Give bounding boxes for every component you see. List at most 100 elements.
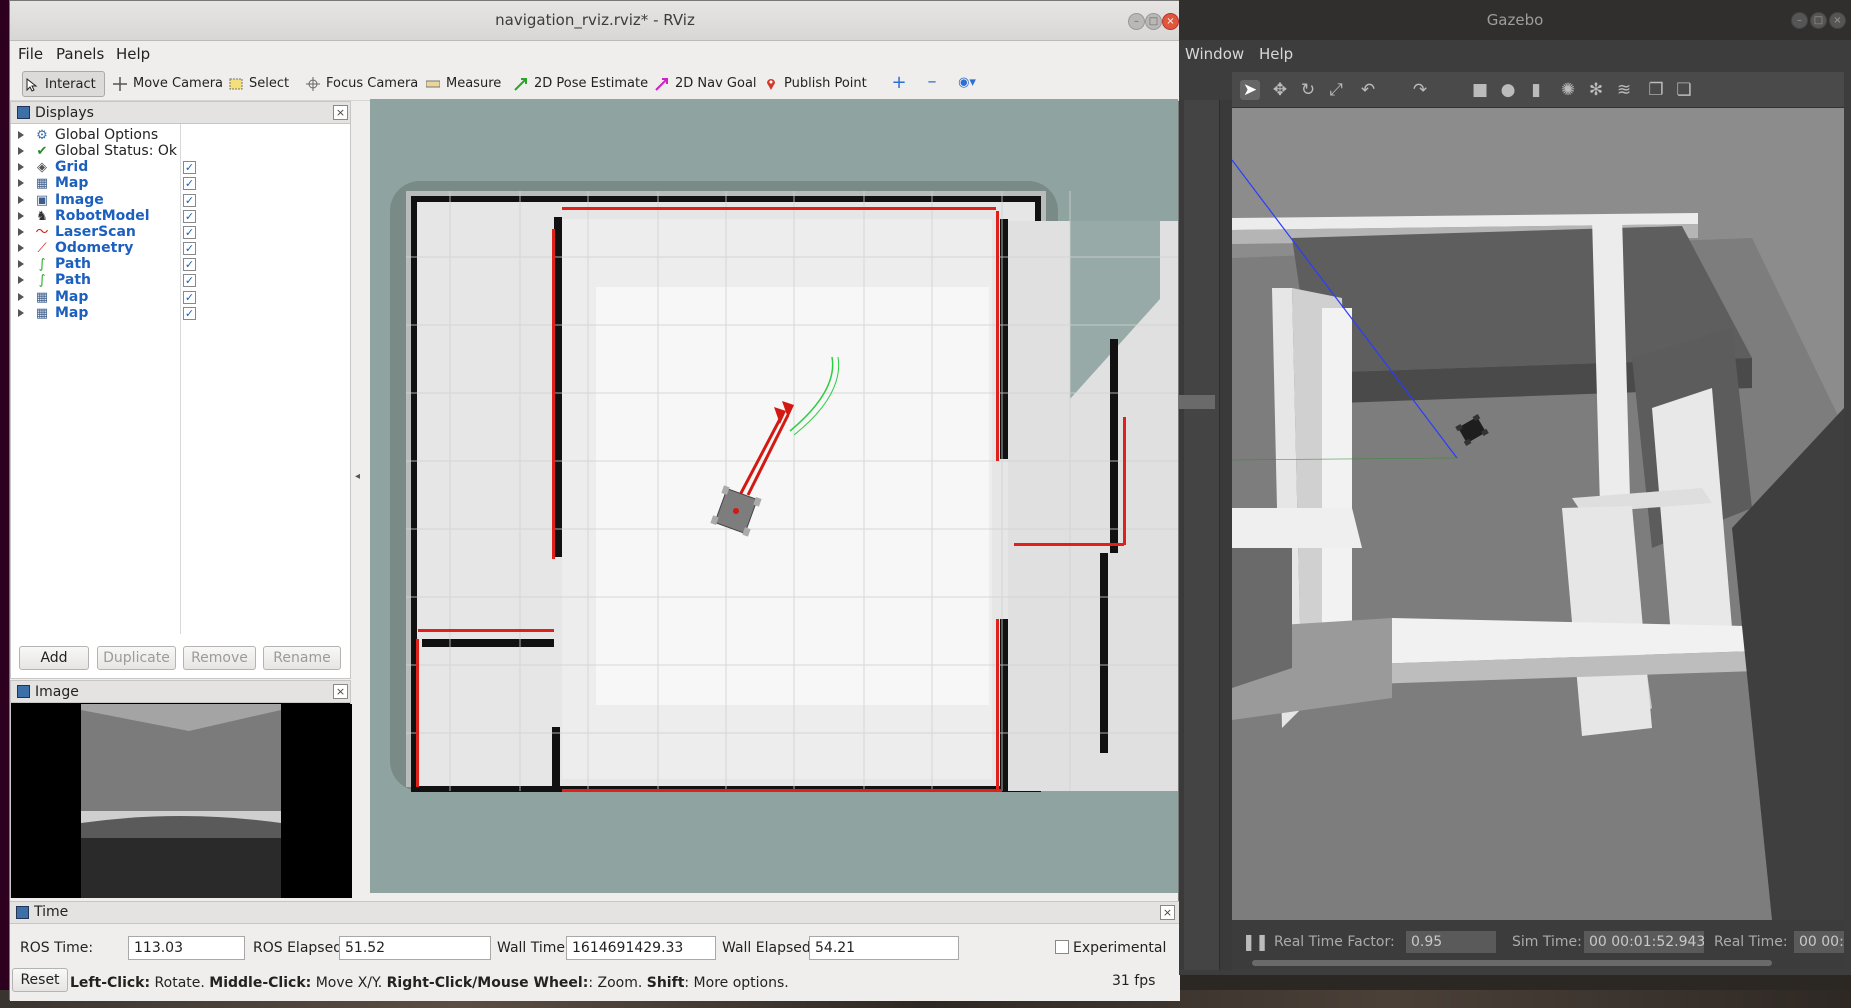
expand-arrow-icon[interactable] [18, 292, 24, 301]
nav-goal-tool-button[interactable]: 2D Nav Goal [653, 71, 757, 97]
ros-elapsed-field[interactable]: 51.52 [339, 936, 491, 960]
wall-time-field[interactable]: 1614691429.33 [566, 936, 716, 960]
rviz-titlebar[interactable]: navigation_rviz.rviz* - RViz – □ × [10, 1, 1180, 41]
gear-icon: ⚙ [36, 128, 48, 143]
green-arrow-icon [514, 78, 527, 91]
focus-camera-tool-button[interactable]: Focus Camera [304, 71, 418, 97]
gazebo-minimize-button[interactable]: – [1791, 12, 1808, 29]
sphere-shape-icon[interactable]: ● [1498, 80, 1518, 100]
expand-arrow-icon[interactable] [18, 195, 24, 204]
monitor-icon [17, 106, 30, 119]
display-row[interactable]: ▦ Map ✓ [11, 304, 351, 323]
ros-time-field[interactable]: 113.03 [128, 936, 245, 960]
time-panel-close-button[interactable]: × [1160, 905, 1175, 920]
gazebo-pane-handle[interactable] [1179, 395, 1215, 409]
select-mode-icon[interactable]: ➤ [1240, 80, 1260, 100]
display-enabled-checkbox[interactable]: ✓ [183, 258, 196, 272]
pose-estimate-label: 2D Pose Estimate [534, 76, 649, 91]
maximize-button[interactable]: □ [1145, 13, 1162, 30]
clock-icon [16, 906, 29, 919]
move-camera-tool-button[interactable]: Move Camera [111, 71, 223, 97]
pause-icon[interactable]: ❚❚ [1242, 932, 1269, 952]
sim-time-field: 00 00:01:52.943 [1584, 931, 1704, 953]
image-icon [17, 685, 30, 698]
real-time-field: 00 00:00: [1794, 931, 1844, 953]
translate-icon[interactable]: ✥ [1270, 80, 1290, 100]
collapse-left-handle[interactable]: ◂ [355, 471, 365, 491]
close-button[interactable]: × [1162, 13, 1179, 30]
undo-icon[interactable]: ↶ [1358, 80, 1378, 100]
gazebo-horizontal-scrollbar[interactable] [1252, 960, 1772, 966]
sun-light-icon[interactable]: ✺ [1558, 80, 1578, 100]
display-enabled-checkbox[interactable]: ✓ [183, 161, 196, 175]
rename-button[interactable]: Rename [263, 646, 341, 670]
3d-viewport[interactable] [370, 99, 1178, 893]
cylinder-shape-icon[interactable]: ▮ [1526, 80, 1546, 100]
eye-icon[interactable]: ◉▾ [957, 75, 977, 91]
expand-arrow-icon[interactable] [18, 147, 24, 156]
hint-middle-click: Middle-Click: [209, 975, 312, 991]
redo-icon[interactable]: ↷ [1410, 80, 1430, 100]
path-icon: ∫ [38, 257, 46, 273]
remove-button[interactable]: Remove [183, 646, 256, 670]
measure-tool-button[interactable]: Measure [424, 71, 501, 97]
minus-icon[interactable]: – [924, 73, 940, 91]
hint-move: Move X/Y. [311, 975, 387, 991]
expand-arrow-icon[interactable] [18, 260, 24, 269]
expand-arrow-icon[interactable] [18, 244, 24, 253]
gazebo-3d-scene[interactable] [1232, 108, 1844, 920]
image-panel-close-button[interactable]: × [333, 684, 348, 699]
gazebo-close-button[interactable]: × [1829, 12, 1846, 29]
scale-icon[interactable]: ⤢ [1326, 80, 1346, 100]
paste-icon[interactable]: ❏ [1674, 80, 1694, 100]
map-icon: ▦ [35, 289, 49, 305]
publish-point-tool-button[interactable]: Publish Point [762, 71, 867, 97]
display-enabled-checkbox[interactable]: ✓ [183, 177, 196, 191]
gazebo-maximize-button[interactable]: □ [1810, 12, 1827, 29]
select-box-icon [229, 78, 243, 90]
box-shape-icon[interactable]: ■ [1470, 80, 1490, 100]
expand-arrow-icon[interactable] [18, 276, 24, 285]
reset-button[interactable]: Reset [12, 968, 68, 992]
minimize-button[interactable]: – [1128, 13, 1145, 30]
expand-arrow-icon[interactable] [18, 163, 24, 172]
rotate-icon[interactable]: ↻ [1298, 80, 1318, 100]
display-enabled-checkbox[interactable]: ✓ [183, 242, 196, 256]
display-enabled-checkbox[interactable]: ✓ [183, 306, 196, 320]
add-button[interactable]: Add [19, 646, 89, 670]
hint-zoom: : Zoom. [588, 975, 647, 991]
menu-file[interactable]: File [18, 45, 43, 63]
gazebo-titlebar[interactable]: Gazebo – □ × [1179, 0, 1851, 40]
display-enabled-checkbox[interactable]: ✓ [183, 209, 196, 223]
image-icon: ▣ [35, 192, 49, 208]
interact-label: Interact [45, 77, 96, 92]
spot-light-icon[interactable]: ≋ [1614, 80, 1634, 100]
publish-point-label: Publish Point [784, 76, 867, 91]
displays-close-button[interactable]: × [333, 105, 348, 120]
plus-icon[interactable]: + [891, 74, 907, 92]
copy-icon[interactable]: ❐ [1646, 80, 1666, 100]
display-enabled-checkbox[interactable]: ✓ [183, 225, 196, 239]
select-label: Select [249, 76, 290, 91]
display-enabled-checkbox[interactable]: ✓ [183, 290, 196, 304]
expand-arrow-icon[interactable] [18, 179, 24, 188]
display-enabled-checkbox[interactable]: ✓ [183, 274, 196, 288]
interact-tool-button[interactable]: Interact [22, 71, 105, 97]
point-light-icon[interactable]: ✻ [1586, 80, 1606, 100]
gazebo-menu-help[interactable]: Help [1259, 45, 1293, 63]
wall-elapsed-field[interactable]: 54.21 [809, 936, 959, 960]
menu-help[interactable]: Help [116, 45, 150, 63]
expand-arrow-icon[interactable] [18, 211, 24, 220]
experimental-checkbox[interactable] [1055, 940, 1069, 954]
select-tool-button[interactable]: Select [227, 71, 289, 97]
expand-arrow-icon[interactable] [18, 227, 24, 236]
expand-arrow-icon[interactable] [18, 131, 24, 139]
toolbar: Interact Move Camera Select Focus Camera… [10, 67, 1180, 101]
gazebo-menu-window[interactable]: Window [1185, 45, 1244, 63]
duplicate-button[interactable]: Duplicate [97, 646, 176, 670]
display-enabled-checkbox[interactable]: ✓ [183, 193, 196, 207]
map-icon: ▦ [35, 176, 49, 192]
menu-panels[interactable]: Panels [56, 45, 104, 63]
pose-estimate-tool-button[interactable]: 2D Pose Estimate [512, 71, 648, 97]
expand-arrow-icon[interactable] [18, 308, 24, 317]
